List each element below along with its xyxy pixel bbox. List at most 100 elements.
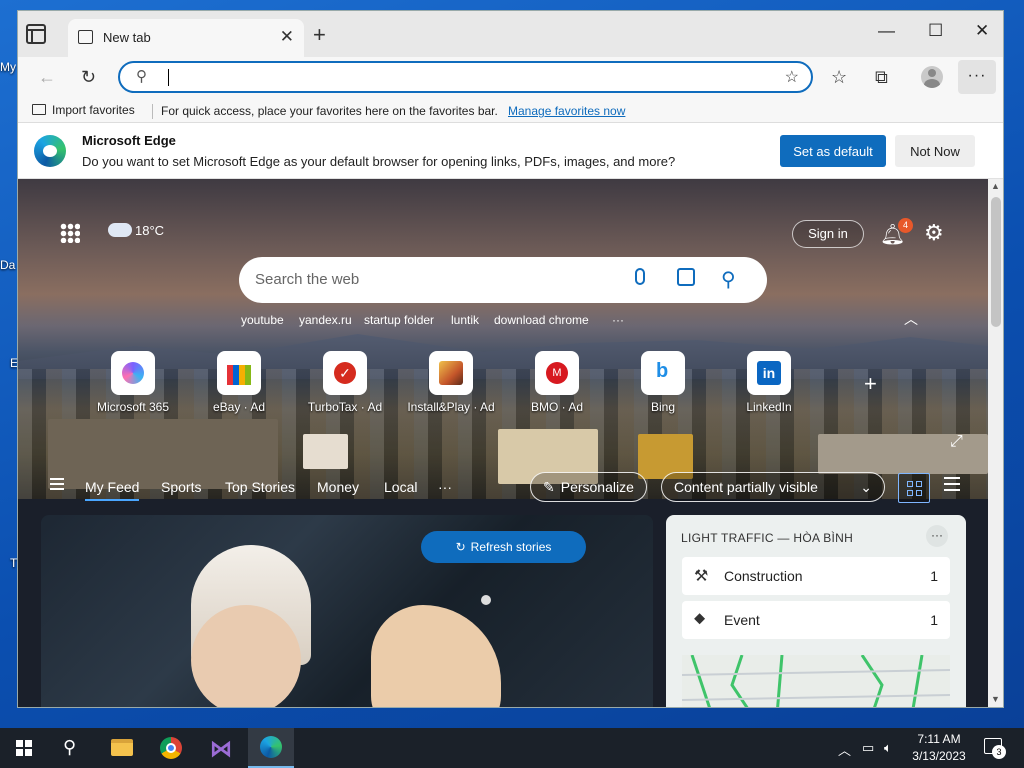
show-hidden-icons-chevron[interactable]: ︿ [838, 740, 851, 759]
event-tag-icon: ⬥ [694, 610, 706, 627]
volume-icon[interactable]: 🔈︎ [884, 740, 892, 756]
tile-bing[interactable]: b Bing [618, 351, 708, 414]
tab-sports[interactable]: Sports [161, 479, 201, 495]
personalize-button[interactable]: ✎ Personalize [530, 472, 647, 502]
browser-window: New tab ✕ + — ☐ ✕ ← ↻ ⚲ ☆ ☆ ⧉ ··· Import… [17, 10, 1004, 708]
microphone-icon[interactable] [635, 268, 645, 285]
quick-link[interactable]: luntik [451, 313, 479, 327]
maximize-button[interactable]: ☐ [928, 21, 943, 41]
tile-linkedin[interactable]: in LinkedIn [724, 351, 814, 414]
quick-link[interactable]: startup folder [364, 313, 434, 327]
search-button[interactable]: ⚲ [48, 728, 94, 768]
address-bar[interactable]: ⚲ ☆ [118, 61, 813, 93]
edge-icon [260, 736, 282, 758]
traffic-card: LIGHT TRAFFIC — HÒA BÌNH ··· ⚒ Construct… [666, 515, 966, 707]
tile-turbotax[interactable]: ✓ TurboTax · Ad [300, 351, 390, 414]
tile-label: Bing [650, 400, 676, 414]
text-caret [168, 69, 169, 86]
sign-in-button[interactable]: Sign in [792, 220, 864, 248]
desktop-icon-label[interactable]: Da [0, 258, 15, 272]
traffic-more-button[interactable]: ··· [926, 525, 948, 547]
tab-new-tab[interactable]: New tab ✕ [68, 19, 304, 57]
cloud-icon [108, 223, 132, 237]
network-icon[interactable]: ▭ [862, 740, 874, 756]
close-tab-icon[interactable]: ✕ [280, 27, 294, 47]
taskbar-visual-studio[interactable]: ⋈ [198, 728, 244, 768]
linkedin-icon: in [747, 351, 791, 395]
traffic-map[interactable] [682, 655, 950, 707]
grid-layout-button[interactable] [898, 473, 930, 503]
tab-actions-icon[interactable] [26, 24, 46, 44]
background-building [303, 434, 348, 469]
minimize-button[interactable]: — [878, 21, 895, 41]
quick-link[interactable]: youtube [241, 313, 284, 327]
content-visibility-label: Content partially visible [674, 479, 818, 495]
traffic-row-event[interactable]: ⬥ Event 1 [682, 601, 950, 639]
back-button[interactable]: ← [38, 67, 56, 88]
favorites-icon[interactable]: ☆ [831, 67, 847, 88]
tile-install-play[interactable]: Install&Play · Ad [406, 351, 496, 414]
personalize-icon: ✎ [543, 479, 555, 495]
weather-widget[interactable]: 18°C [108, 223, 164, 238]
expand-background-icon[interactable]: ⤢ [950, 433, 963, 451]
grid-cell [907, 481, 913, 487]
taskbar-file-explorer[interactable] [98, 728, 144, 768]
chrome-center [166, 743, 176, 753]
add-site-button[interactable]: + [864, 371, 877, 397]
microsoft-365-icon [111, 351, 155, 395]
tab-money[interactable]: Money [317, 479, 359, 495]
desktop-icon-label[interactable]: My [0, 60, 16, 74]
settings-more-button[interactable]: ··· [958, 60, 996, 94]
game-icon [429, 351, 473, 395]
tab-my-feed[interactable]: My Feed [85, 479, 140, 501]
tile-label: BMO · Ad [530, 400, 583, 414]
search-submit-icon[interactable]: ⚲ [721, 267, 736, 292]
web-search-box[interactable]: Search the web ⚲ [239, 257, 767, 303]
tile-bmo[interactable]: M BMO · Ad [512, 351, 602, 414]
tile-label: TurboTax · Ad [307, 400, 383, 414]
feed-navigation: My Feed Sports Top Stories Money Local ·… [18, 469, 988, 505]
tile-ebay[interactable]: eBay · Ad [194, 351, 284, 414]
traffic-row-construction[interactable]: ⚒ Construction 1 [682, 557, 950, 595]
set-as-default-button[interactable]: Set as default [780, 135, 886, 167]
collections-icon[interactable]: ⧉ [875, 67, 888, 88]
scroll-up-arrow[interactable]: ▲ [991, 181, 1000, 191]
refresh-button[interactable]: ↻ [81, 67, 96, 88]
content-visibility-dropdown[interactable]: Content partially visible ⌄ [661, 472, 885, 502]
manage-favorites-link[interactable]: Manage favorites now [508, 104, 625, 118]
windows-logo-icon [16, 740, 32, 756]
quick-link[interactable]: download chrome [494, 313, 589, 327]
quick-link[interactable]: yandex.ru [299, 313, 352, 327]
visual-search-icon[interactable] [677, 268, 695, 286]
refresh-stories-button[interactable]: ↻ Refresh stories [421, 531, 586, 563]
refresh-stories-label: Refresh stories [470, 540, 552, 554]
not-now-button[interactable]: Not Now [895, 135, 975, 167]
folder-icon [32, 104, 46, 115]
scroll-down-arrow[interactable]: ▼ [991, 694, 1000, 704]
profile-avatar[interactable] [921, 66, 943, 88]
infobar-message: Do you want to set Microsoft Edge as you… [82, 154, 676, 169]
featured-story-card[interactable]: ↻ Refresh stories [41, 515, 653, 707]
page-settings-gear-icon[interactable]: ⚙ [924, 220, 944, 246]
tab-top-stories[interactable]: Top Stories [225, 479, 295, 495]
traffic-row-count: 1 [930, 568, 938, 584]
tile-microsoft-365[interactable]: Microsoft 365 [88, 351, 178, 414]
collapse-chevron-icon[interactable]: ︿ [904, 309, 918, 329]
tab-local[interactable]: Local [384, 479, 417, 495]
page-scrollbar[interactable]: ▲ ▼ [988, 179, 1003, 707]
system-clock[interactable]: 7:11 AM 3/13/2023 [905, 731, 973, 765]
apps-launcher-icon[interactable] [60, 223, 80, 243]
taskbar-chrome[interactable] [148, 728, 194, 768]
feed-more-button[interactable]: ··· [438, 479, 452, 495]
new-tab-button[interactable]: + [313, 22, 326, 48]
list-layout-button[interactable] [944, 477, 960, 491]
start-button[interactable] [0, 728, 46, 768]
import-favorites-button[interactable]: Import favorites [32, 103, 135, 117]
scrollbar-thumb[interactable] [991, 197, 1001, 327]
close-window-button[interactable]: ✕ [975, 21, 989, 41]
quick-links-more[interactable]: ··· [612, 313, 624, 327]
taskbar-edge[interactable] [248, 728, 294, 768]
feed-menu-icon[interactable] [50, 478, 64, 490]
weather-temperature: 18°C [135, 223, 165, 238]
add-favorite-icon[interactable]: ☆ [785, 67, 799, 87]
